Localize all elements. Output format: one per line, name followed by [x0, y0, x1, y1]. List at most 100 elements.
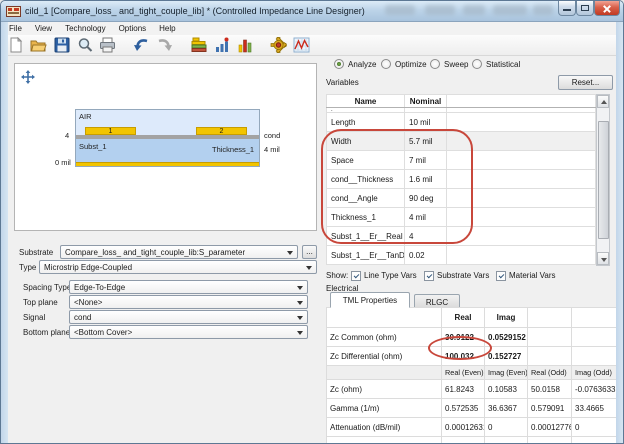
title-bar: cild_1 [Compare_loss_ and_tight_couple_l… — [1, 1, 624, 22]
reset-button[interactable]: Reset... — [558, 75, 613, 90]
radio-sweep[interactable] — [430, 59, 440, 69]
checkbox-line-type-vars[interactable] — [351, 271, 361, 281]
variables-section-label: Variables — [326, 78, 359, 87]
scroll-down-button[interactable] — [597, 252, 609, 265]
table-row: Gamma (1/m)0.572535 36.63670.57909133.46… — [327, 399, 618, 418]
checkbox-material-vars[interactable] — [496, 271, 506, 281]
thickness-value: 4 mil — [264, 145, 280, 154]
table-row[interactable]: cond__Thickness1.6 mil — [327, 170, 596, 189]
chevron-down-icon — [306, 266, 312, 270]
substrate-select[interactable]: Compare_loss_ and_tight_couple_lib:S_par… — [60, 245, 298, 259]
redacted-blob — [425, 5, 455, 15]
variables-scrollbar[interactable] — [596, 94, 610, 266]
spacing-type-label: Spacing Type — [23, 283, 71, 292]
close-button[interactable] — [594, 1, 620, 16]
print-icon[interactable] — [98, 36, 117, 55]
table-header-row: Real (Even)Imag (Even) Real (Odd)Imag (O… — [327, 366, 618, 380]
table-row[interactable]: Space7 mil — [327, 151, 596, 170]
scroll-up-button[interactable] — [597, 95, 609, 108]
top-plane-select[interactable]: <None> — [69, 295, 308, 309]
menu-bar: File View Technology Options Help — [1, 22, 623, 35]
radio-optimize[interactable] — [381, 59, 391, 69]
results-chart-icon[interactable] — [235, 36, 254, 55]
table-row[interactable]: Thickness_14 mil — [327, 208, 596, 227]
bottom-plane-select[interactable]: <Bottom Cover> — [69, 325, 308, 339]
table-row: Zc (ohm)61.8243 0.1058350.0158-0.0763633 — [327, 380, 618, 399]
checkbox-substrate-vars[interactable] — [424, 271, 434, 281]
move-cursor-icon[interactable] — [21, 70, 35, 84]
checkbox-substrate-vars-label[interactable]: Substrate Vars — [437, 271, 489, 280]
zoom-icon[interactable] — [75, 36, 94, 55]
col-header-name[interactable]: Name — [327, 95, 405, 108]
radio-statistical[interactable] — [472, 59, 482, 69]
table-row: Attenuation (dB)0.00126314 00.00127760 — [327, 437, 618, 444]
checkbox-line-type-vars-label[interactable]: Line Type Vars — [364, 271, 417, 280]
type-label: Type — [19, 263, 36, 272]
scrollbar-thumb[interactable] — [598, 121, 609, 239]
tml-properties-table: RealImag Zc Common (ohm)30.9122 0.052915… — [326, 307, 618, 444]
maximize-button[interactable] — [576, 1, 594, 16]
menu-file[interactable]: File — [9, 24, 22, 33]
minimize-button[interactable] — [558, 1, 576, 16]
chevron-down-icon — [297, 331, 303, 335]
show-label: Show: — [326, 271, 348, 280]
trace-2[interactable]: 2 — [196, 127, 247, 135]
table-row: Zc Differential (ohm)100.032 0.152727 — [327, 347, 618, 366]
trace-1[interactable]: 1 — [85, 127, 136, 135]
analysis-pane: Analyze Optimize Sweep Statistical Varia… — [326, 56, 618, 444]
substrate-label: Substrate — [19, 248, 53, 257]
radio-statistical-label[interactable]: Statistical — [486, 60, 520, 69]
redo-icon[interactable] — [155, 36, 174, 55]
redacted-blob — [493, 5, 527, 15]
col-header-nominal[interactable]: Nominal — [405, 95, 447, 108]
spacing-type-select[interactable]: Edge-To-Edge — [69, 280, 308, 294]
type-select[interactable]: Microstrip Edge-Coupled — [39, 260, 317, 274]
table-row[interactable]: cond__Angle90 deg — [327, 189, 596, 208]
new-document-icon[interactable] — [6, 36, 25, 55]
window-title: cild_1 [Compare_loss_ and_tight_couple_l… — [25, 6, 365, 16]
tab-tml-properties[interactable]: TML Properties — [330, 292, 410, 308]
app-window: cild_1 [Compare_loss_ and_tight_couple_l… — [0, 0, 624, 444]
tab-rlgc[interactable]: RLGC — [414, 294, 460, 308]
substrate-browse-button[interactable]: ... — [302, 245, 317, 259]
tick-0: 0 mil — [55, 158, 71, 167]
redacted-blob — [385, 5, 415, 15]
settings-gear-icon[interactable] — [269, 36, 288, 55]
air-label: AIR — [79, 112, 92, 121]
undo-icon[interactable] — [132, 36, 151, 55]
redacted-blob — [533, 5, 553, 15]
menu-technology[interactable]: Technology — [65, 24, 105, 33]
show-row: Show: Line Type Vars Substrate Vars Mate… — [326, 270, 618, 282]
substrate-stack-icon[interactable] — [189, 36, 208, 55]
radio-sweep-label[interactable]: Sweep — [444, 60, 468, 69]
app-icon — [6, 5, 21, 18]
checkbox-material-vars-label[interactable]: Material Vars — [509, 271, 556, 280]
menu-options[interactable]: Options — [119, 24, 147, 33]
table-row: Zc Common (ohm)30.9122 0.0529152 — [327, 328, 618, 347]
signal-select[interactable]: cond — [69, 310, 308, 324]
table-row[interactable]: Width5.7 mil — [327, 132, 596, 151]
thickness-label: Thickness_1 — [212, 145, 254, 154]
variables-table: Name Nominal . Length10 mil Width5.7 mil… — [326, 94, 596, 265]
menu-view[interactable]: View — [35, 24, 52, 33]
menu-help[interactable]: Help — [159, 24, 175, 33]
save-icon[interactable] — [52, 36, 71, 55]
table-row[interactable]: Length10 mil — [327, 113, 596, 132]
radio-analyze-label[interactable]: Analyze — [348, 60, 376, 69]
window-border-right — [616, 22, 623, 443]
chevron-down-icon — [297, 316, 303, 320]
analyze-chart-icon[interactable] — [212, 36, 231, 55]
stackup-outline — [75, 109, 260, 167]
radio-analyze[interactable] — [334, 59, 344, 69]
open-folder-icon[interactable] — [29, 36, 48, 55]
table-row: Attenuation (dB/mil)0.000126314 00.00012… — [327, 418, 618, 437]
top-plane-label: Top plane — [23, 298, 58, 307]
chevron-down-icon — [297, 301, 303, 305]
table-row[interactable]: Subst_1__Er__TanD0.02 — [327, 246, 596, 265]
plot-graph-icon[interactable] — [292, 36, 311, 55]
radio-optimize-label[interactable]: Optimize — [395, 60, 427, 69]
cross-section-canvas[interactable]: 1 2 AIR 4 cond Subst_1 Thickness_1 4 mil… — [14, 63, 317, 231]
chevron-down-icon — [287, 251, 293, 255]
subst-label: Subst_1 — [79, 142, 107, 151]
table-row[interactable]: Subst_1__Er__Real4 — [327, 227, 596, 246]
